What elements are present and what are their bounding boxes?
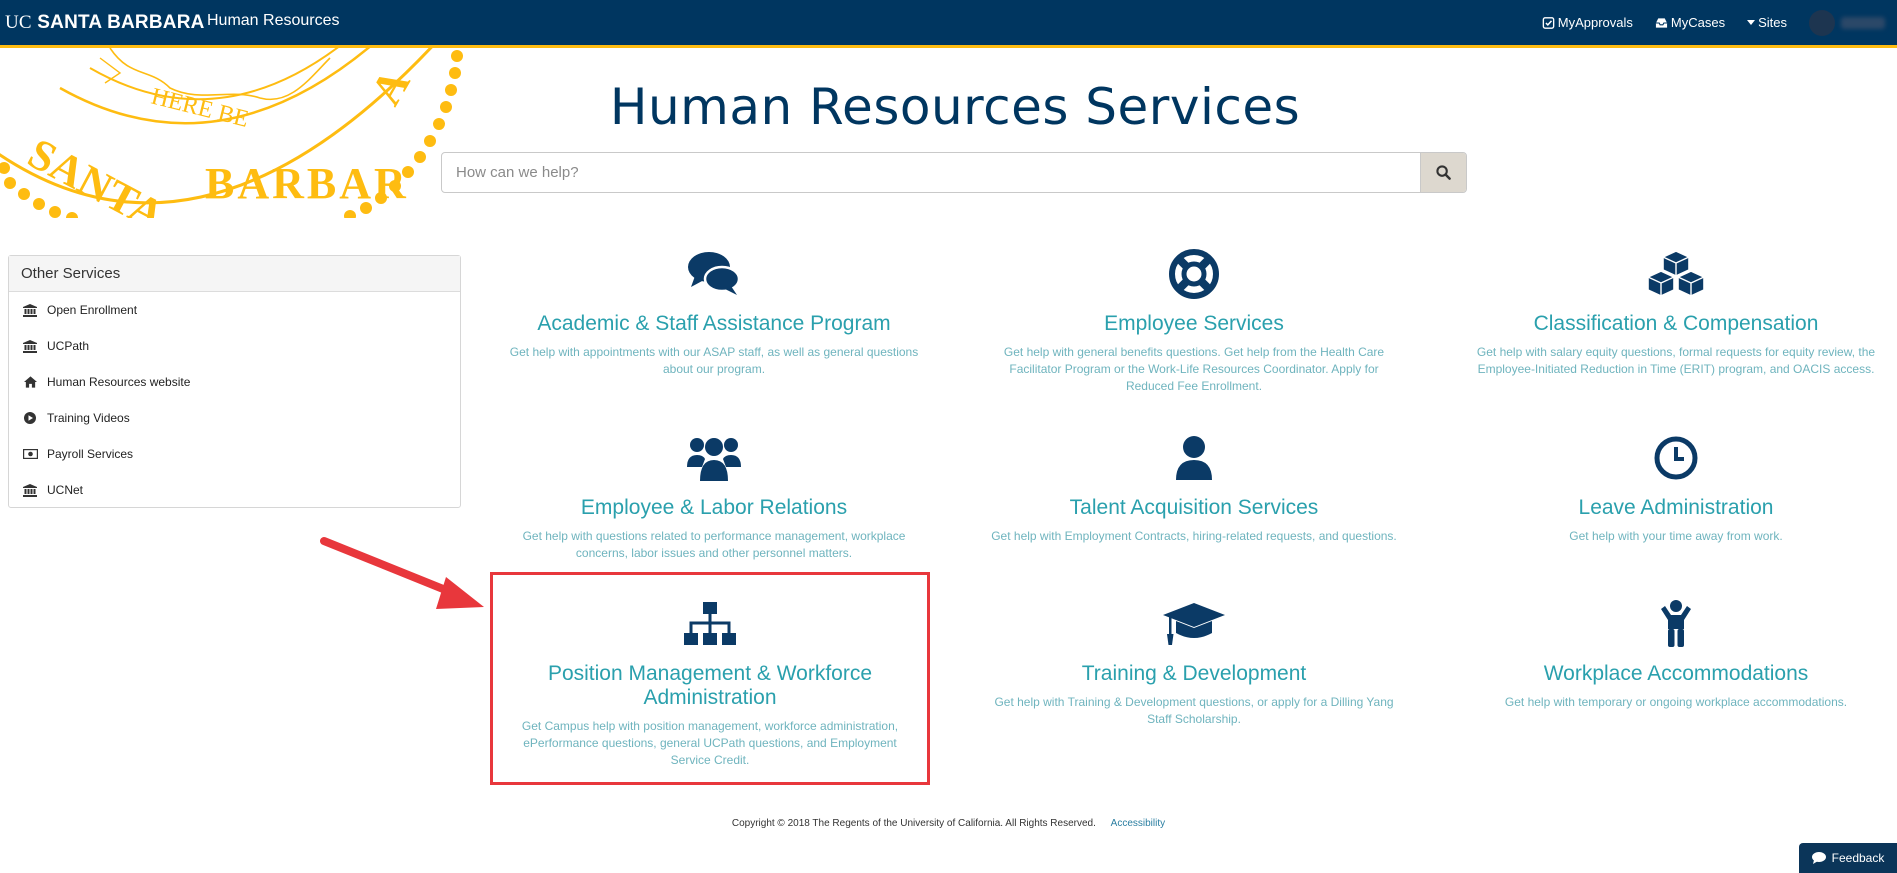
service-description: Get help with salary equity questions, f… [1476, 345, 1876, 376]
service-tile-workplace-accommodations[interactable]: Workplace Accommodations Get help with t… [1466, 596, 1886, 711]
department-link[interactable]: Human Resources [207, 12, 340, 30]
comment-icon [1811, 852, 1826, 864]
service-tile-talent-acquisition[interactable]: Talent Acquisition Services Get help wit… [988, 430, 1400, 545]
sidebar-item-label: UCNet [47, 483, 84, 497]
sidebar-item-payroll-services[interactable]: Payroll Services [9, 436, 460, 472]
caret-down-icon [1747, 20, 1756, 25]
sidebar-item-ucpath[interactable]: UCPath [9, 328, 460, 364]
service-tile-training-development[interactable]: Training & Development Get help with Tra… [988, 596, 1400, 728]
service-title: Training & Development [1081, 662, 1307, 685]
service-tile-leave-administration[interactable]: Leave Administration Get help with your … [1466, 430, 1886, 545]
life-ring-icon [1169, 249, 1219, 299]
my-cases-label: MyCases [1670, 15, 1726, 30]
service-title: Workplace Accommodations [1543, 662, 1809, 685]
inbox-icon [1655, 17, 1667, 28]
annotation-highlight-box [490, 572, 930, 785]
user-name-blurred[interactable] [1841, 16, 1885, 29]
service-description: Get help with Employment Contracts, hiri… [991, 529, 1397, 543]
sidebar-item-open-enrollment[interactable]: Open Enrollment [9, 292, 460, 328]
graduation-cap-icon [1163, 603, 1225, 645]
sidebar-item-label: Training Videos [47, 411, 130, 425]
play-circle-icon [22, 411, 38, 425]
service-description: Get help with questions related to perfo… [522, 529, 906, 560]
clock-icon [1654, 436, 1698, 480]
copyright-text: Copyright © 2018 The Regents of the Univ… [731, 818, 1096, 829]
service-description: Get help with temporary or ongoing workp… [1504, 695, 1848, 709]
my-approvals-label: MyApprovals [1557, 15, 1633, 30]
service-tile-labor-relations[interactable]: Employee & Labor Relations Get help with… [504, 430, 924, 562]
user-icon [1176, 436, 1212, 480]
search-input[interactable] [442, 153, 1420, 192]
top-navbar: UC SANTA BARBARA Human Resources MyAppro… [0, 0, 1897, 48]
service-description: Get help with your time away from work. [1569, 529, 1783, 543]
service-title: Employee & Labor Relations [580, 496, 848, 519]
home-icon [22, 375, 38, 389]
users-icon [687, 438, 741, 481]
brand-uc: UC [5, 12, 32, 33]
money-icon [22, 447, 38, 461]
page-title: Human Resources Services [609, 78, 1301, 136]
check-square-icon [1542, 16, 1555, 29]
ucsb-logo[interactable]: UC SANTA BARBARA [5, 12, 205, 34]
service-title: Talent Acquisition Services [1069, 496, 1319, 519]
institution-icon [22, 339, 38, 353]
sidebar-item-label: Human Resources website [47, 375, 191, 389]
navbar-links: MyApprovals MyCases Sites [1542, 0, 1897, 45]
service-description: Get help with general benefits questions… [1003, 345, 1385, 393]
institution-icon [22, 483, 38, 497]
cubes-icon [1647, 250, 1705, 297]
comments-icon [688, 252, 741, 295]
feedback-button[interactable]: Feedback [1799, 843, 1897, 873]
svg-text:BARBAR: BARBAR [205, 159, 409, 208]
sidebar-item-label: Payroll Services [47, 447, 134, 461]
child-icon [1661, 600, 1691, 647]
sidebar-title: Other Services [9, 256, 460, 292]
sites-dropdown[interactable]: Sites [1747, 15, 1787, 30]
brand-name: SANTA BARBARA [37, 12, 205, 33]
service-title: Classification & Compensation [1533, 312, 1819, 335]
service-title: Leave Administration [1578, 496, 1774, 519]
service-title: Academic & Staff Assistance Program [537, 312, 891, 335]
search-bar [441, 152, 1467, 193]
sidebar-item-label: UCPath [47, 339, 90, 353]
service-tile-asap[interactable]: Academic & Staff Assistance Program Get … [504, 246, 924, 378]
sidebar-item-training-videos[interactable]: Training Videos [9, 400, 460, 436]
search-icon [1436, 165, 1451, 180]
service-tile-classification[interactable]: Classification & Compensation Get help w… [1466, 246, 1886, 378]
other-services-panel: Other Services Open Enrollment UCPath Hu… [8, 255, 461, 508]
accessibility-link[interactable]: Accessibility [1111, 818, 1165, 829]
footer: Copyright © 2018 The Regents of the Univ… [0, 818, 1897, 829]
institution-icon [22, 303, 38, 317]
search-button[interactable] [1420, 153, 1466, 192]
my-cases-link[interactable]: MyCases [1655, 15, 1725, 30]
sidebar-item-label: Open Enrollment [47, 303, 138, 317]
feedback-label: Feedback [1831, 851, 1885, 865]
my-approvals-link[interactable]: MyApprovals [1542, 15, 1633, 30]
user-avatar[interactable] [1809, 9, 1835, 36]
sidebar-item-hr-website[interactable]: Human Resources website [9, 364, 460, 400]
service-title: Employee Services [1104, 312, 1284, 335]
sidebar-item-ucnet[interactable]: UCNet [9, 472, 460, 508]
service-tile-employee-services[interactable]: Employee Services Get help with general … [988, 246, 1400, 395]
annotation-arrow-icon [320, 537, 484, 609]
service-description: Get help with Training & Development que… [994, 695, 1394, 726]
service-description: Get help with appointments with our ASAP… [509, 345, 919, 376]
sites-label: Sites [1758, 15, 1787, 30]
